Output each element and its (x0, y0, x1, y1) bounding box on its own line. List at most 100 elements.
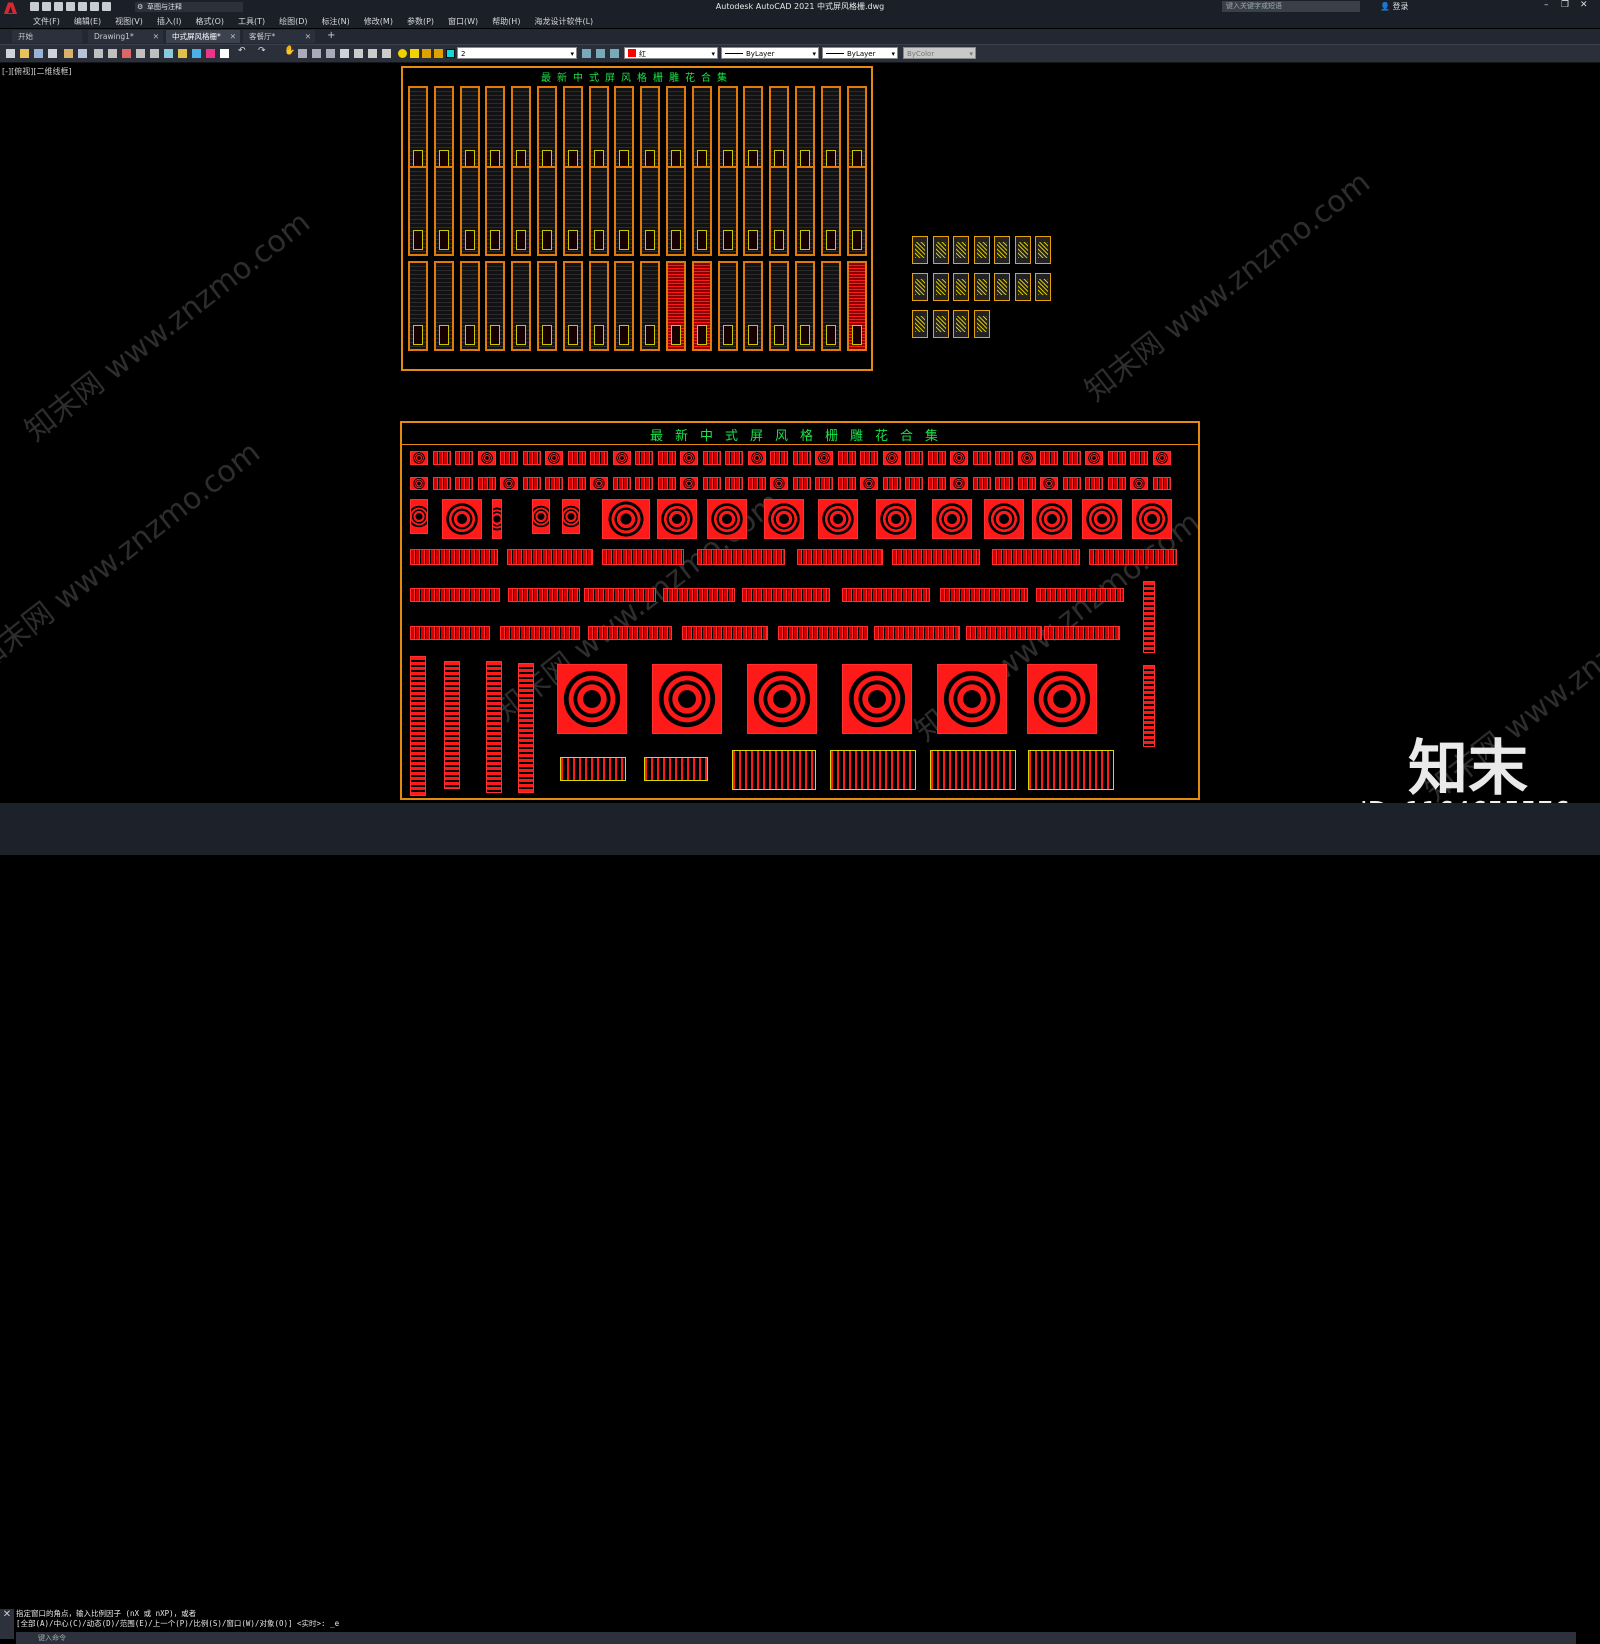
measure-icon[interactable] (368, 49, 377, 58)
tab-screen-grille[interactable]: 中式屏风格栅* ✕ (166, 30, 240, 43)
tab-living-room[interactable]: 客餐厅* ✕ (243, 30, 315, 43)
carving-ornament (588, 626, 672, 640)
menu-item-edit[interactable]: 编辑(E) (74, 16, 101, 27)
color-swatch-icon (628, 49, 636, 57)
screen-panel (743, 261, 764, 351)
make-current-layer-icon[interactable] (582, 49, 591, 58)
command-input[interactable]: 键入命令 (16, 1632, 1576, 1644)
small-panel (932, 273, 949, 301)
cut-icon[interactable] (94, 49, 103, 58)
command-window-close-icon[interactable]: ✕ (0, 1609, 14, 1639)
menu-item-parametric[interactable]: 参数(P) (407, 16, 434, 27)
carving-ornament (984, 499, 1024, 539)
close-icon[interactable]: ✕ (1580, 0, 1588, 10)
menu-item-hailong[interactable]: 海龙设计软件(L) (534, 16, 593, 27)
layer-freeze-icon[interactable] (410, 49, 419, 58)
chevron-down-icon: ▾ (812, 50, 816, 58)
screen-panel (640, 261, 661, 351)
linetype-dropdown[interactable]: ByLayer ▾ (721, 47, 819, 59)
design-center-icon[interactable] (192, 49, 201, 58)
tool-palette-icon[interactable] (206, 49, 215, 58)
login-button[interactable]: 👤 登录 (1380, 1, 1409, 12)
screen-panel (846, 86, 867, 176)
plot-icon[interactable] (48, 49, 57, 58)
screen-panels-block[interactable]: 最新中式屏风格栅雕花合集 (401, 66, 873, 371)
maximize-icon[interactable]: ❐ (1561, 0, 1569, 10)
layer-manager-icon[interactable] (178, 49, 187, 58)
undo-icon[interactable]: ↶ (238, 46, 247, 56)
carving-ornament (1130, 477, 1148, 490)
command-history-line: [全部(A)/中心(C)/动态(D)/范围(E)/上一个(P)/比例(S)/窗口… (16, 1619, 340, 1628)
screen-panel (588, 261, 609, 351)
menu-item-file[interactable]: 文件(F) (33, 16, 60, 27)
copy-icon[interactable] (108, 49, 117, 58)
new-tab-icon[interactable]: + (327, 30, 335, 41)
properties-icon[interactable] (164, 49, 173, 58)
preview-icon[interactable] (64, 49, 73, 58)
menu-item-tools[interactable]: 工具(T) (238, 16, 265, 27)
carving-ornament (937, 664, 1007, 734)
publish-icon[interactable] (78, 49, 87, 58)
screen-panel (820, 86, 841, 176)
plotstyle-value: ByColor (907, 50, 935, 58)
carving-ornament (905, 477, 923, 490)
carving-ornament (860, 477, 878, 490)
menu-item-window[interactable]: 窗口(W) (448, 16, 478, 27)
paste-icon[interactable] (122, 49, 131, 58)
carving-ornament (444, 661, 460, 789)
lineweight-dropdown[interactable]: ByLayer ▾ (822, 47, 898, 59)
menu-item-insert[interactable]: 插入(I) (157, 16, 182, 27)
screen-panel (433, 261, 454, 351)
screen-panel (537, 166, 557, 256)
zoom-realtime-icon[interactable] (298, 49, 307, 58)
match-properties-icon[interactable] (136, 49, 145, 58)
properties-palette-icon[interactable] (340, 49, 349, 58)
layer-unlock-icon[interactable] (434, 49, 443, 58)
menu-item-draw[interactable]: 绘图(D) (279, 16, 307, 27)
carving-ornament (882, 451, 901, 465)
redo-icon[interactable]: ↷ (258, 46, 267, 56)
carving-ornament (842, 664, 912, 734)
screen-panel (820, 261, 841, 351)
close-tab-icon[interactable]: ✕ (230, 30, 236, 43)
zoom-window-icon[interactable] (312, 49, 321, 58)
color-dropdown[interactable]: 红 ▾ (624, 47, 718, 59)
menu-bar: 文件(F) 编辑(E) 视图(V) 插入(I) 格式(O) 工具(T) 绘图(D… (0, 14, 1600, 28)
minimize-icon[interactable]: – (1544, 0, 1549, 10)
markup-icon[interactable] (220, 49, 229, 58)
carving-ornaments-block[interactable]: 最新中式屏风格栅雕花合集 (400, 421, 1200, 800)
layer-lock-icon[interactable] (422, 49, 431, 58)
zoom-previous-icon[interactable] (326, 49, 335, 58)
small-panel (932, 236, 949, 264)
close-tab-icon[interactable]: ✕ (153, 30, 159, 43)
menu-item-modify[interactable]: 修改(M) (364, 16, 393, 27)
watermark-text: 知末网 www.znzmo.com (0, 434, 267, 679)
search-input[interactable]: 键入关键字或短语 (1222, 1, 1360, 12)
calculator-icon[interactable] (382, 49, 391, 58)
carving-ornament (1085, 477, 1103, 490)
carving-ornament (455, 477, 473, 490)
menu-item-view[interactable]: 视图(V) (115, 16, 143, 27)
layer-states-icon[interactable] (610, 49, 619, 58)
tab-label: 开始 (18, 32, 33, 41)
new-icon[interactable] (6, 49, 15, 58)
dimension-icon[interactable] (354, 49, 363, 58)
menu-item-help[interactable]: 帮助(H) (492, 16, 520, 27)
screen-panel (614, 261, 635, 351)
layer-dropdown[interactable]: 2 ▾ (457, 47, 577, 59)
layer-on-icon[interactable] (398, 49, 407, 58)
open-icon[interactable] (20, 49, 29, 58)
layer-previous-icon[interactable] (596, 49, 605, 58)
pan-icon[interactable]: ✋ (284, 46, 295, 56)
menu-item-dimension[interactable]: 标注(N) (322, 16, 350, 27)
tab-drawing1[interactable]: Drawing1* ✕ (88, 30, 163, 43)
close-tab-icon[interactable]: ✕ (305, 30, 311, 43)
tab-start[interactable]: 开始 (12, 30, 82, 43)
save-icon[interactable] (34, 49, 43, 58)
carving-ornament (815, 477, 833, 490)
drawing-canvas[interactable]: 知末网 www.znzmo.com 知末网 www.znzmo.com 知末网 … (0, 62, 1600, 809)
screen-panel (640, 166, 661, 256)
menu-item-format[interactable]: 格式(O) (195, 16, 224, 27)
tab-label: 客餐厅* (249, 32, 276, 41)
block-editor-icon[interactable] (150, 49, 159, 58)
